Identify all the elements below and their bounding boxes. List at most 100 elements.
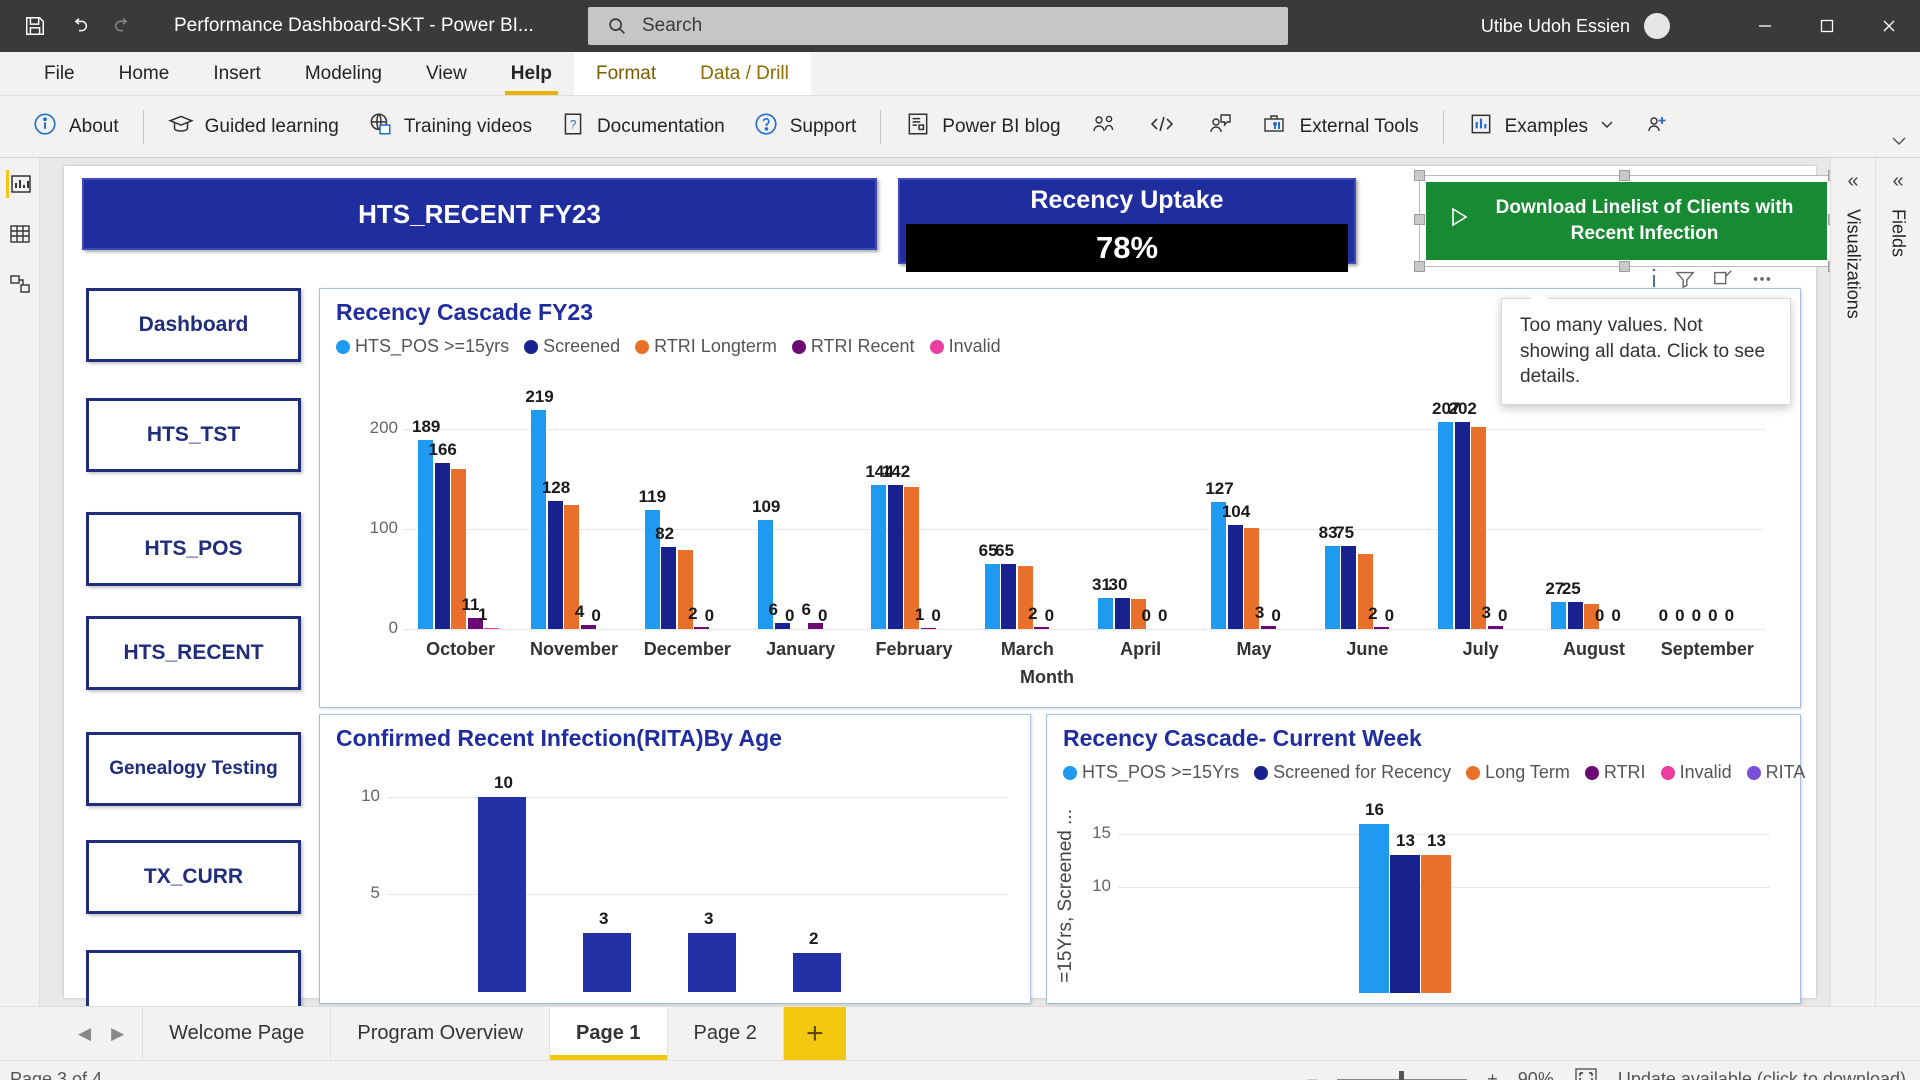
ribbon-tab-insert[interactable]: Insert (191, 52, 283, 95)
more-options-icon[interactable] (1750, 268, 1774, 290)
ribbon-button-developer-center[interactable] (1133, 104, 1191, 150)
ribbon-tab-view[interactable]: View (404, 52, 489, 95)
ribbon-tab-data-drill[interactable]: Data / Drill (678, 52, 811, 95)
ribbon-separator (880, 109, 882, 144)
legend-dot-cw-long-term (1466, 765, 1481, 780)
resize-handle-b[interactable] (1619, 261, 1630, 272)
chart-data-label: 13 (1427, 831, 1446, 851)
chevron-double-left-icon[interactable]: « (1892, 170, 1903, 193)
data-view-icon[interactable] (6, 220, 34, 248)
minimize-button[interactable] (1734, 0, 1796, 52)
legend-item-hts-pos[interactable]: HTS_POS >=15yrs (336, 336, 509, 357)
legend-item-rtri-recent[interactable]: RTRI Recent (791, 336, 915, 357)
visualizations-pane[interactable]: « Visualizations (1830, 158, 1875, 1006)
legend-item-cw-invalid[interactable]: Invalid (1660, 762, 1732, 783)
ribbon-tab-modeling[interactable]: Modeling (283, 52, 404, 95)
legend-item-cw-screened[interactable]: Screened for Recency (1254, 762, 1451, 783)
nav-button-extra[interactable] (86, 950, 301, 1006)
resize-handle-bl[interactable] (1414, 261, 1425, 272)
chevron-double-left-icon[interactable]: « (1847, 170, 1858, 193)
model-view-icon[interactable] (6, 270, 34, 298)
legend-item-invalid[interactable]: Invalid (929, 336, 1001, 357)
ribbon-separator (142, 109, 144, 144)
chart-ytick-label: 10 (361, 785, 380, 805)
legend-item-cw-long-term[interactable]: Long Term (1466, 762, 1570, 783)
resize-handle-r[interactable] (1828, 214, 1830, 225)
legend-item-cw-hts-pos[interactable]: HTS_POS >=15Yrs (1063, 762, 1239, 783)
legend-item-cw-rtri[interactable]: RTRI (1584, 762, 1646, 783)
ribbon-label-about: About (69, 115, 119, 137)
ribbon-button-training-videos[interactable]: Training videos (353, 104, 546, 150)
save-icon[interactable] (22, 13, 48, 39)
nav-button-genealogy-testing[interactable]: Genealogy Testing (86, 732, 301, 806)
nav-button-dashboard[interactable]: Dashboard (86, 288, 301, 362)
maximize-button[interactable] (1796, 0, 1858, 52)
page-tab-page-2[interactable]: Page 2 (668, 1007, 784, 1060)
download-button-selection: Download Linelist of Clients with Recent… (1414, 170, 1830, 272)
nav-button-hts-pos[interactable]: HTS_POS (86, 512, 301, 586)
report-view-icon[interactable] (5, 170, 34, 198)
download-linelist-button[interactable]: Download Linelist of Clients with Recent… (1426, 182, 1827, 260)
zoom-in-button[interactable]: + (1487, 1069, 1498, 1080)
nav-button-hts-recent[interactable]: HTS_RECENT (86, 616, 301, 690)
recency-uptake-title: Recency Uptake (1030, 186, 1224, 214)
resize-handle-br[interactable] (1828, 261, 1830, 272)
update-available-message[interactable]: Update available (click to download) (1618, 1069, 1906, 1080)
page-tab-program-overview[interactable]: Program Overview (331, 1007, 551, 1060)
close-button[interactable] (1858, 0, 1920, 52)
ribbon-button-guided-learning[interactable]: Guided learning (154, 104, 353, 150)
zoom-slider-thumb[interactable] (1399, 1070, 1405, 1080)
ribbon-tab-help[interactable]: Help (489, 52, 574, 95)
ribbon-button-examples[interactable]: Examples (1454, 104, 1629, 150)
legend-item-rtri-longterm[interactable]: RTRI Longterm (635, 336, 777, 357)
info-icon (32, 111, 58, 142)
chart-xaxis-title-month: Month (1020, 667, 1074, 687)
ribbon-tab-file[interactable]: File (22, 52, 97, 95)
focus-mode-icon[interactable] (1712, 268, 1734, 290)
redo-icon[interactable] (110, 13, 136, 39)
chevron-down-icon (1599, 116, 1615, 137)
page-tab-welcome-page[interactable]: Welcome Page (143, 1007, 332, 1060)
fields-pane[interactable]: « Fields (1875, 158, 1920, 1006)
chevron-left-icon[interactable]: ◀ (78, 1024, 91, 1044)
chevron-right-icon[interactable]: ▶ (111, 1024, 124, 1044)
page-tab-page-1[interactable]: Page 1 (550, 1007, 668, 1060)
ribbon-button-external-tools[interactable]: External Tools (1247, 104, 1433, 150)
undo-icon[interactable] (66, 13, 92, 39)
info-warning-icon[interactable] (1650, 267, 1658, 291)
user-account[interactable]: Utibe Udoh Essien (1481, 13, 1670, 39)
ribbon-button-about[interactable]: About (18, 104, 133, 150)
chart-bar (583, 933, 631, 992)
chart-data-label: 3 (1254, 603, 1265, 622)
resize-handle-tr[interactable] (1828, 170, 1830, 181)
chart-bar (688, 933, 736, 992)
report-banner[interactable]: HTS_RECENT FY23 (82, 178, 877, 250)
ribbon-button-submit-idea[interactable] (1629, 104, 1685, 150)
resize-handle-l[interactable] (1414, 214, 1425, 225)
ribbon-button-partner-showcase[interactable] (1191, 104, 1247, 150)
ribbon-tab-home[interactable]: Home (97, 52, 192, 95)
ribbon-collapse-chevron[interactable] (1890, 134, 1908, 153)
search-input[interactable]: Search (588, 7, 1288, 45)
nav-label-hts-recent: HTS_RECENT (123, 641, 264, 664)
nav-button-hts-tst[interactable]: HTS_TST (86, 398, 301, 472)
ribbon-button-support[interactable]: Support (739, 104, 871, 150)
ribbon-tab-format[interactable]: Format (573, 52, 679, 95)
recency-cascade-current-week-visual[interactable]: Recency Cascade- Current Week HTS_POS >=… (1046, 714, 1805, 1004)
legend-dot-rtri-recent (791, 339, 806, 354)
rita-by-age-visual[interactable]: Confirmed Recent Infection(RITA)By Age 5… (319, 714, 1031, 1004)
add-page-button[interactable]: + (783, 1007, 846, 1060)
zoom-out-button[interactable]: – (1307, 1069, 1317, 1080)
resize-handle-t[interactable] (1619, 170, 1630, 181)
resize-handle-tl[interactable] (1414, 170, 1425, 181)
legend-item-screened[interactable]: Screened (524, 336, 620, 357)
ribbon-button-documentation[interactable]: ? Documentation (546, 104, 739, 150)
filter-icon[interactable] (1674, 268, 1696, 290)
ribbon-button-community[interactable] (1075, 104, 1133, 150)
legend-item-cw-rita[interactable]: RITA (1746, 762, 1805, 783)
chart-category-label: July (1462, 639, 1499, 659)
fit-to-page-icon[interactable] (1574, 1067, 1598, 1080)
recency-uptake-card[interactable]: Recency Uptake 78% (898, 178, 1356, 272)
ribbon-button-power-bi-blog[interactable]: Power BI blog (891, 104, 1074, 150)
nav-button-tx-curr[interactable]: TX_CURR (86, 840, 301, 914)
